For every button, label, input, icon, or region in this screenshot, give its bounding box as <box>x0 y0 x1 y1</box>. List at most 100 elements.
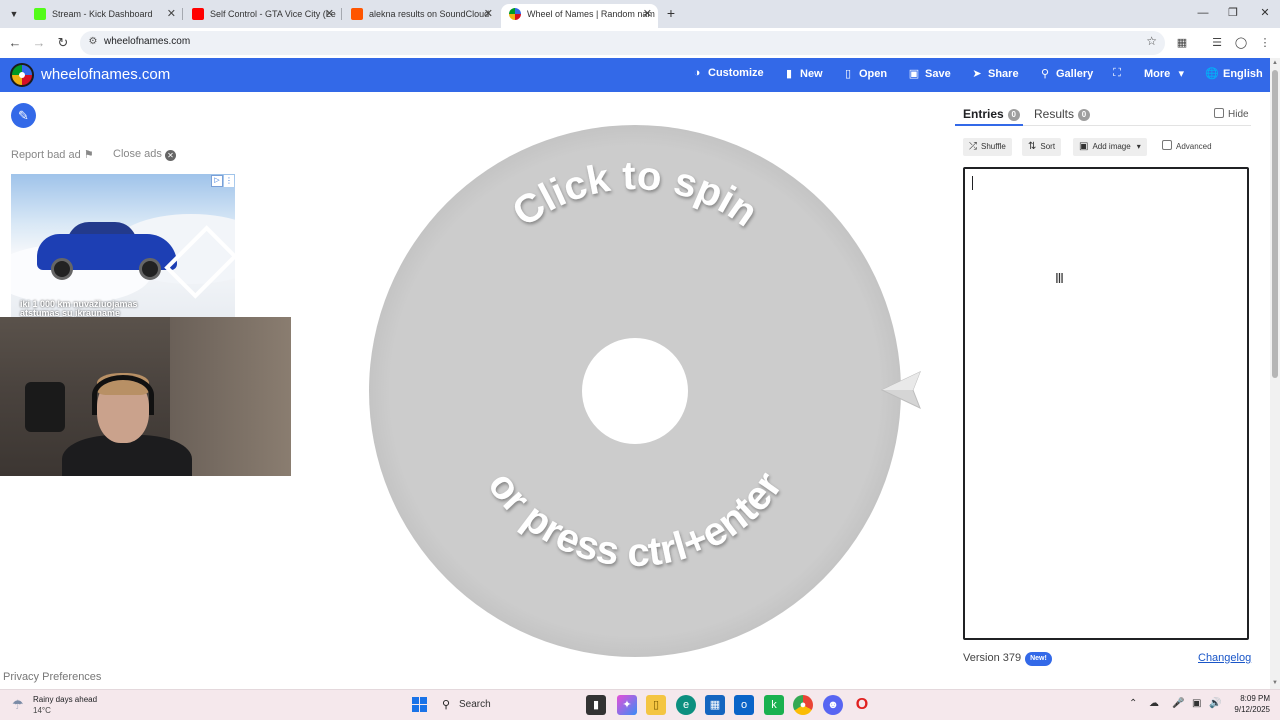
privacy-preferences-link[interactable]: Privacy Preferences <box>3 671 101 683</box>
browser-menu-icon[interactable]: ⋮ <box>1256 34 1274 52</box>
tab-entries[interactable]: Entries 0 <box>963 107 1020 121</box>
tray-overflow-icon[interactable]: ⌃ <box>1129 698 1137 709</box>
report-bad-ad-link[interactable]: Report bad ad ⚑ <box>11 148 94 161</box>
open-button[interactable]: ▯ Open <box>841 67 887 80</box>
image-icon: ▣ <box>1079 141 1089 152</box>
edit-pencil-button[interactable]: ✎ <box>11 103 36 128</box>
advanced-label: Advanced <box>1176 142 1212 151</box>
outlook-app-icon[interactable]: o <box>734 695 754 715</box>
advanced-checkbox[interactable]: Advanced <box>1162 140 1212 153</box>
site-info-icon[interactable]: ⚙ <box>86 35 100 49</box>
opera-app-icon[interactable]: O <box>852 695 872 715</box>
gallery-button[interactable]: ⚲ Gallery <box>1038 67 1093 80</box>
terminal-app-icon[interactable]: ▮ <box>586 695 606 715</box>
reload-icon[interactable]: ↻ <box>54 34 72 52</box>
open-label: Open <box>859 68 888 80</box>
file-explorer-icon[interactable]: ▯ <box>646 695 666 715</box>
ad-menu-icon[interactable]: ⋮ <box>224 175 234 187</box>
share-button[interactable]: ➤ Share <box>970 67 1018 80</box>
checkbox-icon[interactable] <box>1214 108 1224 118</box>
tab-title: Self Control - GTA Vice City (Le <box>210 9 336 19</box>
forward-icon[interactable]: → <box>30 34 48 52</box>
customize-button[interactable]: ◑ Customize <box>690 67 764 79</box>
restore-icon[interactable]: ❐ <box>1218 4 1248 22</box>
version-info: Version 379 New! <box>963 652 1052 666</box>
version-label: Version 379 <box>963 652 1022 664</box>
webcam-chair <box>25 382 65 432</box>
weather-rain-icon[interactable]: ☂ <box>12 697 24 713</box>
save-button[interactable]: ▣ Save <box>907 67 951 80</box>
tab-title: alekna results on SoundCloud <box>369 9 490 19</box>
search-icon: ⚲ <box>442 699 451 711</box>
close-tab-icon[interactable]: ✕ <box>325 4 334 24</box>
browser-tab-youtube[interactable]: Self Control - GTA Vice City (Le ✕ <box>184 4 340 28</box>
scroll-down-icon[interactable]: ▼ <box>1270 678 1280 688</box>
edge-browser-icon[interactable]: e <box>676 695 696 715</box>
clock-date[interactable]: 9/12/2025 <box>1230 705 1270 714</box>
discord-app-icon[interactable]: ☻ <box>823 695 843 715</box>
wheel-logo-icon[interactable] <box>10 63 34 87</box>
chrome-app-icon[interactable]: ● <box>793 695 813 715</box>
scroll-up-icon[interactable]: ▲ <box>1270 58 1280 68</box>
ad-car-wheel <box>139 258 161 280</box>
display-icon[interactable]: ▣ <box>1192 698 1201 709</box>
checkbox-icon[interactable] <box>1162 140 1172 150</box>
spin-wheel[interactable]: Click to spin or press ctrl+enter <box>368 124 902 658</box>
window-close-icon[interactable]: ✕ <box>1250 4 1280 22</box>
new-badge[interactable]: New! <box>1025 652 1052 666</box>
clock-time[interactable]: 8:09 PM <box>1238 694 1270 703</box>
media-controls-icon[interactable]: ☰ <box>1208 34 1226 52</box>
shuffle-button[interactable]: ⤮ Shuffle <box>963 138 1012 156</box>
entries-textarea[interactable] <box>963 167 1249 640</box>
copilot-app-icon[interactable]: ✦ <box>617 695 637 715</box>
add-image-button[interactable]: ▣ Add image ▾ <box>1073 138 1147 156</box>
back-icon[interactable]: ← <box>6 34 24 52</box>
microphone-icon[interactable]: 🎤 <box>1172 698 1184 709</box>
close-ads-label: Close ads <box>113 148 162 160</box>
close-ads-link[interactable]: Close ads ✕ <box>113 148 176 161</box>
weather-title[interactable]: Rainy days ahead <box>33 695 97 704</box>
volume-icon[interactable]: 🔊 <box>1209 698 1221 709</box>
bookmark-star-icon[interactable]: ☆ <box>1146 34 1157 48</box>
taskbar-search[interactable]: ⚲ Search <box>434 695 584 715</box>
weather-temp[interactable]: 14°C <box>33 706 51 715</box>
browser-tab-bar: ▼ Stream - Kick Dashboard ✕ Self Control… <box>0 0 1280 28</box>
adchoices-icon[interactable]: ▷ <box>211 175 223 187</box>
close-tab-icon[interactable]: ✕ <box>643 4 652 24</box>
sort-button[interactable]: ⇅ Sort <box>1022 138 1062 156</box>
hide-checkbox[interactable]: Hide <box>1214 108 1249 120</box>
close-tab-icon[interactable]: ✕ <box>484 4 493 24</box>
new-button[interactable]: ▮ New <box>782 67 823 80</box>
cloud-sync-icon[interactable]: ☁ <box>1149 698 1159 709</box>
address-bar[interactable]: ⚙ wheelofnames.com ☆ <box>80 31 1165 55</box>
advertisement-banner[interactable]: iki 1 000 km nuvažiuojamas atstumas su į… <box>11 174 235 317</box>
store-app-icon[interactable]: ▦ <box>705 695 725 715</box>
language-button[interactable]: 🌐 English <box>1205 67 1263 80</box>
browser-tab-wheelofnames[interactable]: Wheel of Names | Random nam ✕ <box>501 4 658 28</box>
extensions-icon[interactable]: ▦ <box>1173 34 1191 52</box>
tab-results[interactable]: Results 0 <box>1034 107 1091 121</box>
site-name[interactable]: wheelofnames.com <box>41 66 170 83</box>
chevron-down-icon: ▾ <box>1136 142 1141 151</box>
close-tab-icon[interactable]: ✕ <box>167 4 176 24</box>
start-windows-icon[interactable] <box>410 695 430 715</box>
save-icon: ▣ <box>908 68 920 80</box>
fullscreen-button[interactable]: ⛶ <box>1110 67 1128 80</box>
browser-tab-kick[interactable]: Stream - Kick Dashboard ✕ <box>26 4 182 28</box>
tab-search-icon[interactable]: ▼ <box>6 6 22 22</box>
changelog-link[interactable]: Changelog <box>1198 652 1251 664</box>
profile-icon[interactable]: ◯ <box>1232 34 1250 52</box>
tab-separator <box>182 8 183 20</box>
webcam-overlay <box>0 317 291 476</box>
text-caret <box>972 176 973 190</box>
more-button[interactable]: More ▾ <box>1144 67 1188 80</box>
ad-car-wheel <box>51 258 73 280</box>
tab-title: Stream - Kick Dashboard <box>52 9 153 19</box>
new-tab-icon[interactable]: + <box>662 4 680 22</box>
scrollbar-thumb[interactable] <box>1272 70 1278 378</box>
wheel-favicon-icon <box>509 8 521 20</box>
kick-app-icon[interactable]: k <box>764 695 784 715</box>
url-text[interactable]: wheelofnames.com <box>104 36 190 47</box>
browser-tab-soundcloud[interactable]: alekna results on SoundCloud ✕ <box>343 4 499 28</box>
minimize-icon[interactable]: — <box>1188 4 1218 22</box>
